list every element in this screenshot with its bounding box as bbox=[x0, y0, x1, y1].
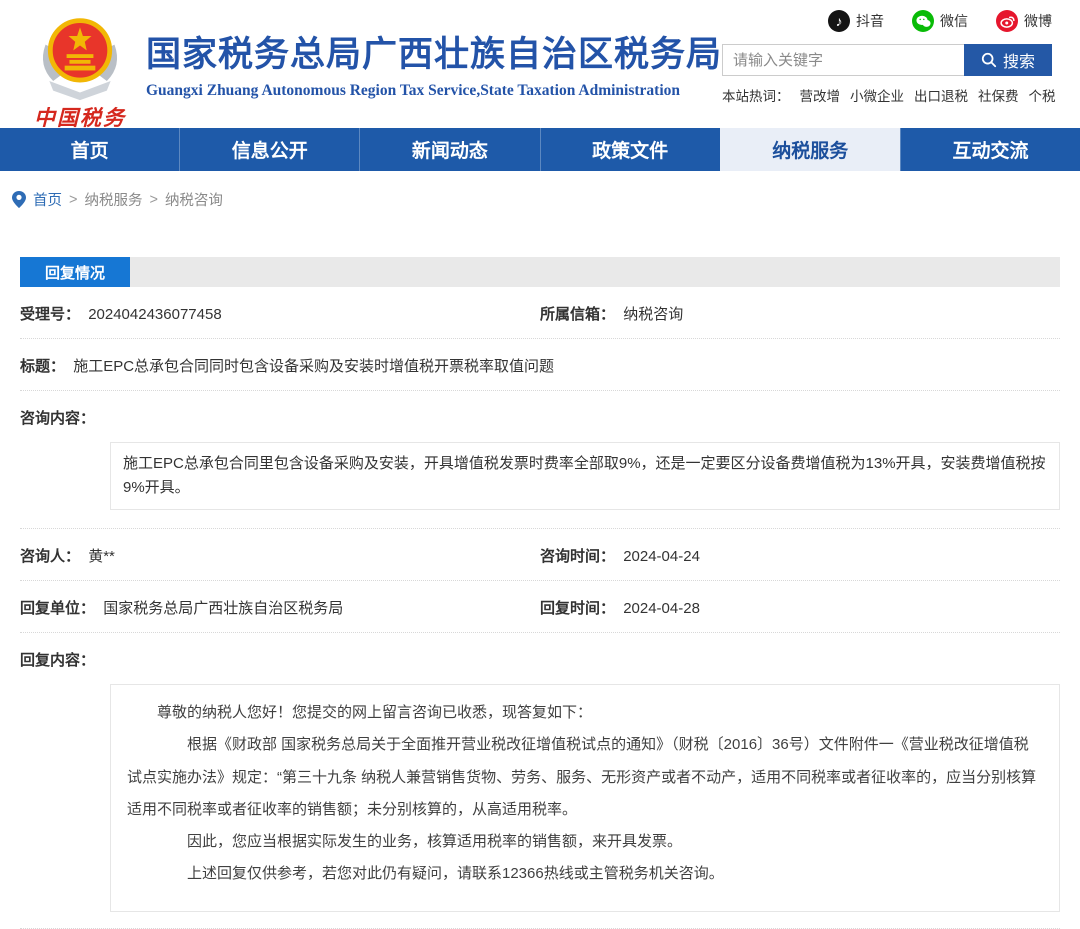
douyin-link[interactable]: ♪ 抖音 bbox=[828, 10, 884, 32]
field-reply-time: 回复时间： 2024-04-28 bbox=[540, 597, 700, 618]
search-icon bbox=[981, 52, 997, 68]
nav-item-tax-service[interactable]: 纳税服务 bbox=[720, 128, 900, 171]
weibo-icon bbox=[996, 10, 1018, 32]
douyin-label: 抖音 bbox=[856, 11, 884, 31]
hot-words: 本站热词： 营改增 小微企业 出口退税 社保费 个税 bbox=[722, 85, 1052, 105]
wechat-icon bbox=[912, 10, 934, 32]
breadcrumb-level3[interactable]: 纳税咨询 bbox=[165, 189, 223, 210]
reply-time-label: 回复时间： bbox=[540, 600, 615, 617]
reply-label: 回复内容： bbox=[20, 649, 1060, 670]
search-bar: 搜索 bbox=[722, 44, 1052, 76]
row-reply-org: 回复单位： 国家税务总局广西壮族自治区税务局 回复时间： 2024-04-28 bbox=[20, 581, 1060, 633]
reply-time-value: 2024-04-28 bbox=[623, 600, 700, 617]
asker-label: 咨询人： bbox=[20, 548, 80, 565]
hot-words-label: 本站热词： bbox=[722, 85, 790, 105]
field-asker: 咨询人： 黄** bbox=[20, 545, 540, 566]
search-input[interactable] bbox=[722, 44, 964, 76]
hot-word-link[interactable]: 小微企业 bbox=[850, 85, 904, 105]
mailbox-label: 所属信箱： bbox=[540, 306, 615, 323]
asker-value: 黄** bbox=[88, 548, 115, 565]
header-right: ♪ 抖音 微信 微博 搜索 本站热 bbox=[722, 0, 1052, 128]
main-nav: 首页 信息公开 新闻动态 政策文件 纳税服务 互动交流 bbox=[0, 128, 1080, 171]
field-reply-org: 回复单位： 国家税务总局广西壮族自治区税务局 bbox=[20, 597, 540, 618]
title-value: 施工EPC总承包合同同时包含设备采购及安装时增值税开票税率取值问题 bbox=[73, 358, 554, 375]
douyin-icon: ♪ bbox=[828, 10, 850, 32]
breadcrumb-level2[interactable]: 纳税服务 bbox=[84, 189, 142, 210]
row-accept-no: 受理号： 2024042436077458 所属信箱： 纳税咨询 bbox=[20, 287, 1060, 339]
tax-emblem-logo: 中国税务 bbox=[24, 12, 136, 132]
breadcrumb-separator: > bbox=[69, 192, 77, 208]
ask-time-value: 2024-04-24 bbox=[623, 548, 700, 565]
site-title-en: Guangxi Zhuang Autonomous Region Tax Ser… bbox=[146, 82, 722, 100]
mailbox-value: 纳税咨询 bbox=[623, 306, 683, 323]
reply-content-box: 尊敬的纳税人您好！您提交的网上留言咨询已收悉，现答复如下： 根据《财政部 国家税… bbox=[110, 684, 1060, 912]
nav-item-interaction[interactable]: 互动交流 bbox=[900, 128, 1080, 171]
row-question: 咨询内容： 施工EPC总承包合同里包含设备采购及安装，开具增值税发票时费率全部取… bbox=[20, 391, 1060, 529]
breadcrumb: 首页 > 纳税服务 > 纳税咨询 bbox=[0, 171, 1080, 210]
hot-word-link[interactable]: 个税 bbox=[1029, 85, 1056, 105]
reply-paragraph: 因此，您应当根据实际发生的业务，核算适用税率的销售额，来开具发票。 bbox=[127, 826, 1043, 858]
ask-time-label: 咨询时间： bbox=[540, 548, 615, 565]
nav-item-policy[interactable]: 政策文件 bbox=[540, 128, 720, 171]
reply-org-label: 回复单位： bbox=[20, 600, 95, 617]
brand: 中国税务 国家税务总局广西壮族自治区税务局 Guangxi Zhuang Aut… bbox=[24, 0, 722, 128]
search-button-label: 搜索 bbox=[1003, 48, 1035, 72]
breadcrumb-separator: > bbox=[149, 192, 157, 208]
hot-word-link[interactable]: 出口退税 bbox=[914, 85, 968, 105]
nav-item-info-disclosure[interactable]: 信息公开 bbox=[179, 128, 359, 171]
site-title-cn: 国家税务总局广西壮族自治区税务局 bbox=[146, 34, 722, 76]
title-label: 标题： bbox=[20, 358, 65, 375]
site-titles: 国家税务总局广西壮族自治区税务局 Guangxi Zhuang Autonomo… bbox=[146, 12, 722, 100]
wechat-link[interactable]: 微信 bbox=[912, 10, 968, 32]
field-accept-no: 受理号： 2024042436077458 bbox=[20, 303, 540, 324]
tab-strip: 回复情况 bbox=[20, 257, 1060, 287]
social-links: ♪ 抖音 微信 微博 bbox=[722, 8, 1052, 34]
question-content-box: 施工EPC总承包合同里包含设备采购及安装，开具增值税发票时费率全部取9%，还是一… bbox=[110, 442, 1060, 510]
field-mailbox: 所属信箱： 纳税咨询 bbox=[540, 303, 683, 324]
site-header: 中国税务 国家税务总局广西壮族自治区税务局 Guangxi Zhuang Aut… bbox=[0, 0, 1080, 128]
row-asker: 咨询人： 黄** 咨询时间： 2024-04-24 bbox=[20, 529, 1060, 581]
nav-item-news[interactable]: 新闻动态 bbox=[359, 128, 539, 171]
row-reply-content: 回复内容： 尊敬的纳税人您好！您提交的网上留言咨询已收悉，现答复如下： 根据《财… bbox=[20, 633, 1060, 929]
hot-word-link[interactable]: 社保费 bbox=[978, 85, 1019, 105]
question-label: 咨询内容： bbox=[20, 407, 1060, 428]
field-ask-time: 咨询时间： 2024-04-24 bbox=[540, 545, 700, 566]
row-title: 标题： 施工EPC总承包合同同时包含设备采购及安装时增值税开票税率取值问题 bbox=[20, 339, 1060, 391]
weibo-link[interactable]: 微博 bbox=[996, 10, 1052, 32]
reply-org-value: 国家税务总局广西壮族自治区税务局 bbox=[103, 600, 343, 617]
reply-detail-panel: 回复情况 受理号： 2024042436077458 所属信箱： 纳税咨询 标题… bbox=[20, 257, 1060, 929]
breadcrumb-home[interactable]: 首页 bbox=[33, 189, 62, 210]
accept-no-value: 2024042436077458 bbox=[88, 306, 221, 323]
search-button[interactable]: 搜索 bbox=[964, 44, 1052, 76]
weibo-label: 微博 bbox=[1024, 11, 1052, 31]
location-pin-icon bbox=[12, 191, 26, 208]
hot-word-link[interactable]: 营改增 bbox=[800, 85, 841, 105]
question-text: 施工EPC总承包合同里包含设备采购及安装，开具增值税发票时费率全部取9%，还是一… bbox=[123, 455, 1046, 496]
reply-paragraph: 尊敬的纳税人您好！您提交的网上留言咨询已收悉，现答复如下： bbox=[127, 697, 1043, 729]
reply-paragraph: 根据《财政部 国家税务总局关于全面推开营业税改征增值税试点的通知》（财税〔201… bbox=[127, 729, 1043, 826]
accept-no-label: 受理号： bbox=[20, 306, 80, 323]
nav-item-home[interactable]: 首页 bbox=[0, 128, 179, 171]
wechat-label: 微信 bbox=[940, 11, 968, 31]
reply-paragraph: 上述回复仅供参考，若您对此仍有疑问，请联系12366热线或主管税务机关咨询。 bbox=[127, 858, 1043, 890]
tab-reply-status[interactable]: 回复情况 bbox=[20, 257, 130, 287]
national-emblem-icon bbox=[32, 12, 128, 104]
